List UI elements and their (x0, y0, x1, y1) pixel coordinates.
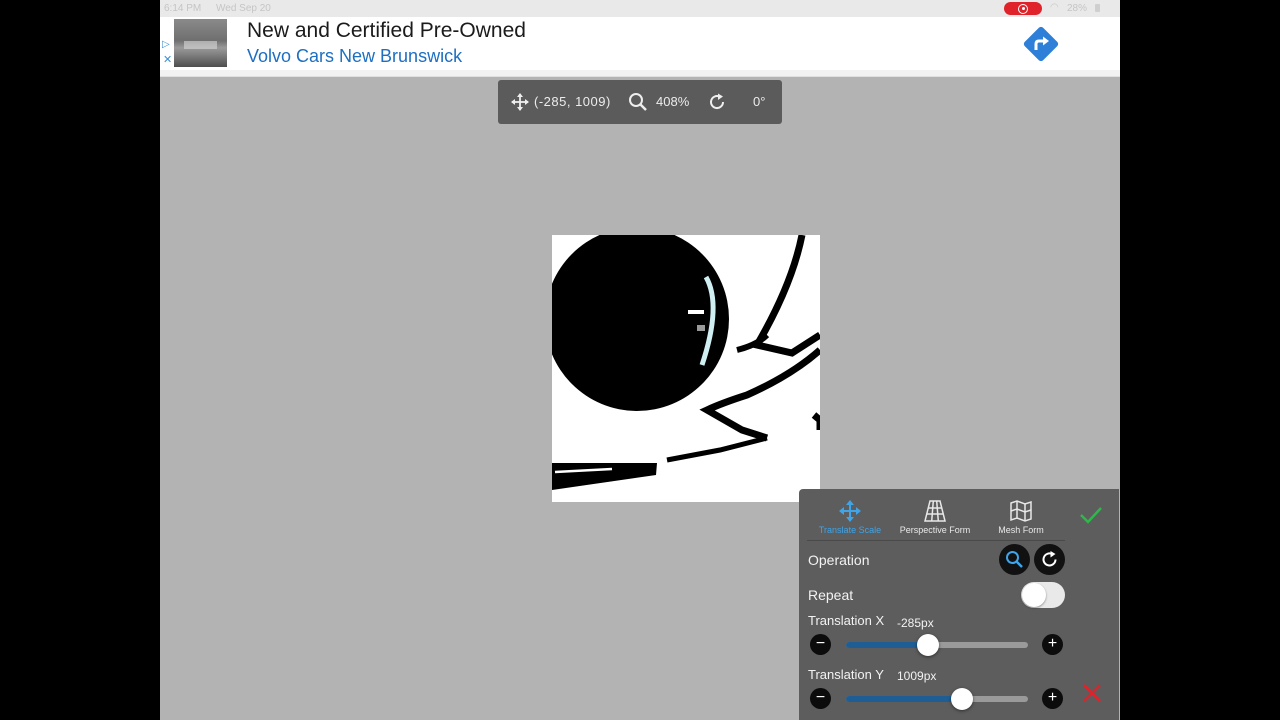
transform-panel: Translate Scale Perspective Form Mesh Fo… (799, 489, 1119, 720)
slider-thumb[interactable] (917, 634, 939, 656)
tab-mesh-form[interactable]: Mesh Form (976, 499, 1066, 539)
move-icon[interactable] (510, 92, 530, 112)
rotation-readout: 0° (753, 94, 766, 109)
translation-y-slider[interactable] (846, 688, 1028, 710)
drawing-canvas[interactable] (542, 225, 824, 515)
transform-toolbar: (-285, 1009) 408% 0° (498, 80, 782, 124)
translation-x-slider[interactable] (846, 634, 1028, 656)
close-icon (1083, 684, 1101, 702)
ad-advertiser[interactable]: Volvo Cars New Brunswick (247, 46, 462, 67)
translation-y-label: Translation Y (808, 667, 884, 682)
slider-thumb[interactable] (951, 688, 973, 710)
translation-y-decrement-button[interactable]: − (810, 688, 831, 709)
translate-icon (839, 500, 861, 522)
screen: 6:14 PM Wed Sep 20 ◠ 28% ▷ ✕ New and Cer… (160, 0, 1120, 720)
repeat-label: Repeat (808, 587, 854, 603)
ad-info-icon[interactable]: ▷ (162, 40, 170, 50)
minus-icon: − (815, 635, 826, 652)
status-time: 6:14 PM (164, 3, 202, 14)
tab-translate-scale[interactable]: Translate Scale (805, 499, 895, 539)
battery-percent: 28% (1067, 3, 1088, 14)
slider-fill (846, 696, 962, 702)
battery-icon (1095, 4, 1100, 12)
directions-icon (1023, 26, 1059, 62)
translation-x-increment-button[interactable]: + (1042, 634, 1063, 655)
plus-icon: + (1047, 635, 1058, 652)
zoom-readout: 408% (656, 94, 690, 109)
drawing-artwork (542, 225, 824, 515)
tabs-divider (807, 540, 1065, 541)
mesh-icon (1010, 500, 1032, 522)
translation-x-decrement-button[interactable]: − (810, 634, 831, 655)
ad-directions-button[interactable] (1022, 25, 1060, 63)
translation-x-label: Translation X (808, 613, 885, 628)
minus-icon: − (815, 689, 826, 706)
check-icon (1080, 507, 1102, 524)
tab-label: Mesh Form (998, 525, 1044, 535)
rotate-icon[interactable] (707, 92, 727, 112)
toggle-knob (1022, 583, 1046, 607)
rotate-icon (1042, 551, 1057, 567)
plus-icon: + (1047, 689, 1058, 706)
status-date: Wed Sep 20 (216, 3, 271, 14)
zoom-icon (1006, 551, 1023, 568)
position-readout: (-285, 1009) (534, 94, 611, 109)
confirm-button[interactable] (1079, 503, 1103, 527)
ad-close-icon[interactable]: ✕ (163, 55, 172, 66)
ad-thumbnail[interactable] (174, 19, 227, 67)
wifi-icon: ◠ (1050, 2, 1059, 13)
zoom-icon[interactable] (628, 92, 648, 112)
ad-headline[interactable]: New and Certified Pre-Owned (247, 19, 526, 43)
repeat-toggle[interactable] (1021, 582, 1065, 608)
record-icon (1018, 3, 1028, 14)
screen-record-indicator[interactable] (1004, 2, 1042, 15)
operation-zoom-button[interactable] (999, 544, 1030, 575)
operation-label: Operation (808, 552, 870, 568)
tab-label: Perspective Form (899, 525, 971, 535)
tab-label: Translate Scale (818, 525, 882, 535)
cancel-button[interactable] (1081, 682, 1103, 704)
translation-y-value: 1009px (897, 669, 937, 683)
perspective-icon (924, 500, 946, 522)
translation-y-increment-button[interactable]: + (1042, 688, 1063, 709)
ad-divider (160, 70, 1120, 77)
slider-fill (846, 642, 928, 648)
operation-rotate-button[interactable] (1034, 544, 1065, 575)
ad-banner[interactable]: ▷ ✕ New and Certified Pre-Owned Volvo Ca… (160, 17, 1120, 70)
translation-x-value: -285px (897, 616, 934, 630)
status-bar: 6:14 PM Wed Sep 20 ◠ 28% (160, 0, 1120, 17)
tab-perspective-form[interactable]: Perspective Form (890, 499, 980, 539)
